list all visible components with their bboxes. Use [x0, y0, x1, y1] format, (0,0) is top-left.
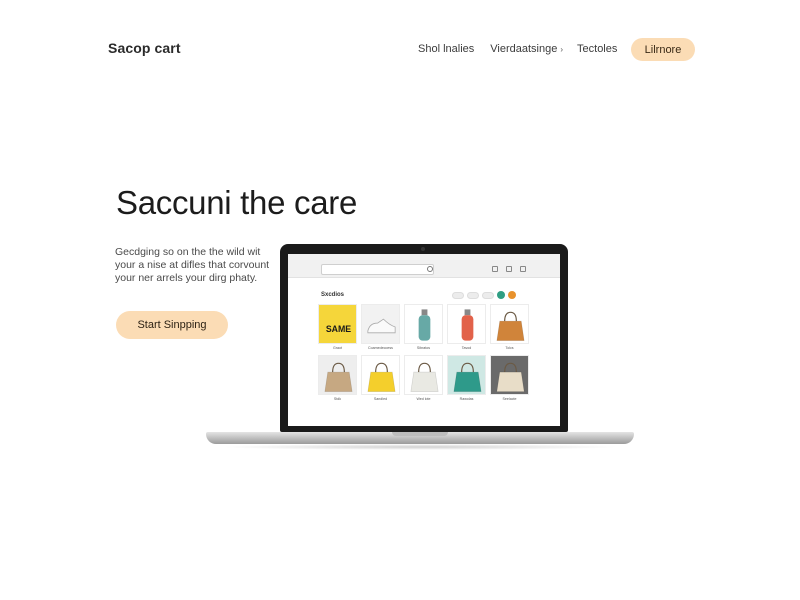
- product-bottle-icon: [461, 309, 474, 341]
- search-icon: [427, 266, 433, 272]
- product-bag-icon: [453, 362, 482, 392]
- product-card[interactable]: Sandled: [361, 355, 400, 401]
- laptop-mockup: Sxcdios SAME Graot Coamedecoess Sibratos Tav…: [280, 244, 568, 432]
- nav-link-1[interactable]: Shol lnalies: [418, 43, 474, 55]
- brand-logo[interactable]: Sacop cart: [108, 40, 181, 56]
- product-thumbnail: [490, 355, 529, 395]
- product-thumbnail: [490, 304, 529, 344]
- product-card[interactable]: SAME Graot: [318, 304, 357, 350]
- user-icon: [492, 266, 498, 272]
- product-card[interactable]: Rawolas: [447, 355, 486, 401]
- cart-icon: [520, 266, 526, 272]
- product-name: Coamedecoess: [368, 346, 393, 350]
- product-grid: SAME Graot Coamedecoess Sibratos Tavod Tolcs S…: [318, 304, 533, 401]
- product-sign-icon: SAME: [321, 308, 356, 342]
- product-bag-icon: [410, 362, 439, 392]
- nav-link-2-dropdown[interactable]: Vierdaatsinge ›: [490, 43, 563, 55]
- camera-dot: [421, 247, 425, 251]
- product-thumbnail: [447, 304, 486, 344]
- product-card[interactable]: Coamedecoess: [361, 304, 400, 350]
- product-thumbnail: SAME: [318, 304, 357, 344]
- hero-subtitle: Gecdging so on the the wild wit your a n…: [115, 246, 285, 285]
- hero-title: Saccuni the care: [116, 184, 358, 221]
- product-thumbnail: [447, 355, 486, 395]
- product-bag-icon: [496, 362, 525, 392]
- product-card[interactable]: Seelacte: [490, 355, 529, 401]
- product-card[interactable]: Stdk: [318, 355, 357, 401]
- main-nav: Shol lnalies Vierdaatsinge › Tectoles: [418, 38, 617, 60]
- screen-filters: [452, 291, 516, 299]
- product-name: Sibratos: [416, 346, 431, 350]
- laptop-shadow: [220, 444, 620, 450]
- product-shoe-icon: [367, 318, 396, 334]
- filter-pill: [452, 291, 464, 299]
- heart-icon: [506, 266, 512, 272]
- product-name: Graot: [333, 346, 342, 350]
- product-thumbnail: [361, 304, 400, 344]
- product-card[interactable]: Sibratos: [404, 304, 443, 350]
- product-card[interactable]: Tolcs: [490, 304, 529, 350]
- product-name: Seelacte: [502, 397, 517, 401]
- color-dot-teal: [497, 291, 505, 299]
- product-bottle-icon: [418, 309, 431, 341]
- filter-pill: [467, 291, 479, 299]
- hero-subtitle-line: your a nise at difles that corvount: [115, 259, 270, 271]
- filter-pill: [482, 291, 494, 299]
- product-name: Wed lote: [416, 397, 431, 401]
- product-bag-icon: [496, 311, 525, 341]
- product-name: Sandled: [373, 397, 388, 401]
- laptop-notch: [392, 432, 448, 436]
- color-dot-orange: [508, 291, 516, 299]
- product-name: Tavod: [461, 346, 472, 350]
- nav-link-2-label: Vierdaatsinge: [490, 43, 558, 55]
- nav-link-3[interactable]: Tectoles: [577, 43, 617, 55]
- product-sign-text: SAME: [326, 324, 351, 334]
- screen-search-input: [321, 264, 434, 275]
- product-name: Stdk: [333, 397, 342, 401]
- screen-section-label: Sxcdios: [321, 292, 345, 298]
- laptop-base: [206, 432, 634, 444]
- start-shopping-button[interactable]: Start Sinpping: [116, 311, 228, 339]
- learn-more-button[interactable]: Lilrnore: [631, 38, 695, 61]
- product-thumbnail: [318, 355, 357, 395]
- product-name: Rawolas: [459, 397, 474, 401]
- product-card[interactable]: Tavod: [447, 304, 486, 350]
- laptop-screen: Sxcdios SAME Graot Coamedecoess Sibratos Tav…: [288, 254, 560, 426]
- product-bag-icon: [324, 362, 353, 392]
- product-bag-icon: [367, 362, 396, 392]
- chevron-right-icon: ›: [560, 45, 564, 54]
- hero-subtitle-line: your ner arrels your dirg phaty.: [115, 272, 258, 284]
- product-name: Tolcs: [505, 346, 514, 350]
- product-thumbnail: [404, 355, 443, 395]
- product-thumbnail: [404, 304, 443, 344]
- product-thumbnail: [361, 355, 400, 395]
- product-card[interactable]: Wed lote: [404, 355, 443, 401]
- hero-subtitle-line: Gecdging so on the the wild wit: [115, 246, 261, 258]
- browser-toolbar: [288, 254, 560, 278]
